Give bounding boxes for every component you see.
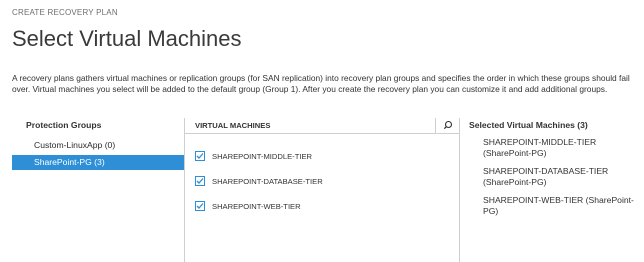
- search-button[interactable]: [435, 118, 459, 133]
- checkmark-icon: [196, 178, 204, 184]
- vm-label: SHAREPOINT-MIDDLE-TIER: [212, 151, 312, 161]
- vm-checkbox[interactable]: [195, 151, 205, 161]
- virtual-machines-header-bar: VIRTUAL MACHINES: [185, 118, 459, 134]
- vm-checkbox[interactable]: [195, 201, 205, 211]
- breadcrumb: CREATE RECOVERY PLAN: [12, 8, 118, 17]
- protection-group-label: Custom-LinuxApp (0): [34, 140, 116, 150]
- protection-group-label: SharePoint-PG (3): [34, 157, 105, 167]
- selected-vm-item: SHAREPOINT-WEB-TIER (SharePoint-PG): [483, 195, 634, 216]
- selected-vm-item: SHAREPOINT-MIDDLE-TIER (SharePoint-PG): [483, 137, 597, 158]
- protection-groups-header: Protection Groups: [26, 120, 102, 130]
- vm-label: SHAREPOINT-DATABASE-TIER: [212, 176, 323, 186]
- protection-group-custom-linuxapp[interactable]: Custom-LinuxApp (0): [12, 138, 184, 153]
- page-title: Select Virtual Machines: [12, 26, 242, 51]
- checkmark-icon: [196, 153, 204, 159]
- vm-checkbox[interactable]: [195, 176, 205, 186]
- virtual-machines-header: VIRTUAL MACHINES: [195, 121, 271, 130]
- selected-vm-item: SHAREPOINT-DATABASE-TIER (SharePoint-PG): [483, 166, 609, 187]
- search-icon: [443, 120, 453, 130]
- vm-row-sharepoint-database-tier[interactable]: SHAREPOINT-DATABASE-TIER: [195, 174, 323, 188]
- page-description: A recovery plans gathers virtual machine…: [12, 73, 630, 94]
- vm-row-sharepoint-middle-tier[interactable]: SHAREPOINT-MIDDLE-TIER: [195, 149, 312, 163]
- protection-group-sharepoint-pg[interactable]: SharePoint-PG (3): [12, 155, 184, 170]
- vm-row-sharepoint-web-tier[interactable]: SHAREPOINT-WEB-TIER: [195, 199, 301, 213]
- virtual-machines-panel: VIRTUAL MACHINES SHAREPOINT-MIDDLE-TIER …: [184, 118, 460, 262]
- selected-vms-header: Selected Virtual Machines (3): [469, 120, 588, 130]
- protection-groups-panel: Protection Groups Custom-LinuxApp (0) Sh…: [12, 120, 184, 262]
- selected-vms-panel: Selected Virtual Machines (3) SHAREPOINT…: [469, 120, 639, 262]
- vm-label: SHAREPOINT-WEB-TIER: [212, 201, 301, 211]
- checkmark-icon: [196, 203, 204, 209]
